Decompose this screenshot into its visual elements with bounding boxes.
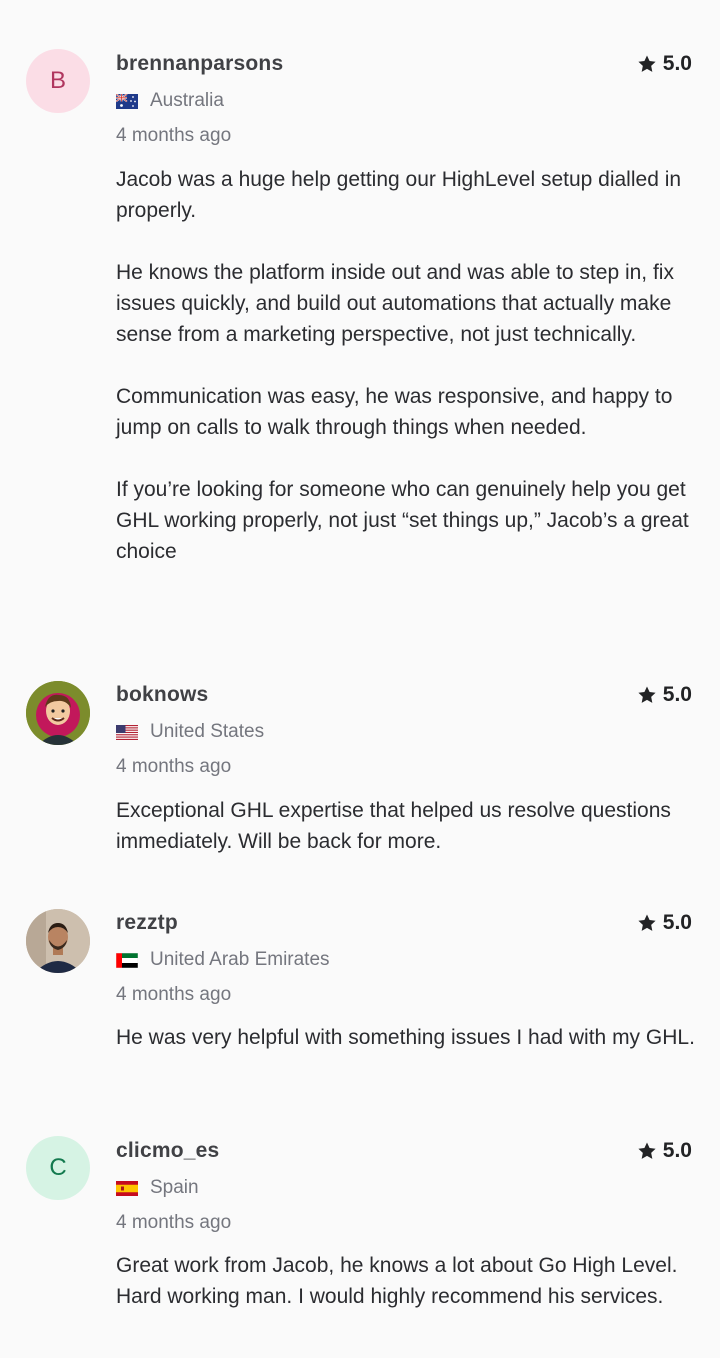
uae-flag-icon [116, 952, 138, 968]
australia-flag-icon [116, 93, 138, 109]
review-time: 4 months ago [116, 125, 232, 146]
user-avatar[interactable]: B [26, 49, 90, 113]
country-name: United States [150, 721, 265, 742]
review-text: Exceptional GHL expertise that helped us… [116, 799, 671, 853]
review-time: 4 months ago [116, 984, 232, 1005]
user-avatar[interactable]: C [26, 1136, 90, 1200]
star-icon [638, 914, 656, 931]
avatar-letter: C [49, 1154, 67, 1181]
review-text: Great work from Jacob, he knows a lot ab… [116, 1254, 678, 1308]
review-text: Jacob was a huge help getting our HighLe… [116, 168, 689, 563]
spain-flag-icon [116, 1180, 138, 1196]
reviewer-country: Spain [116, 1177, 199, 1199]
reviewer-username[interactable]: clicmo_es [116, 1139, 219, 1163]
united-states-flag-icon [116, 724, 138, 740]
review-item: B brennanparsons 5.0 Australia 4 months … [0, 0, 720, 660]
review-rating: 5.0 [637, 52, 692, 76]
rating-value: 5.0 [662, 911, 692, 934]
person-photo-avatar-icon [26, 909, 90, 973]
review-rating: 5.0 [637, 683, 692, 707]
reviewer-username[interactable]: boknows [116, 683, 208, 707]
user-avatar[interactable] [26, 681, 90, 745]
rating-value: 5.0 [662, 1139, 692, 1162]
review-rating: 5.0 [637, 1139, 692, 1163]
reviews-list: B brennanparsons 5.0 Australia 4 months … [0, 0, 720, 1358]
reviewer-country: Australia [116, 90, 224, 112]
reviewer-country: United Arab Emirates [116, 949, 330, 971]
avatar-letter: B [49, 67, 66, 94]
review-text: He was very helpful with something issue… [116, 1026, 695, 1049]
user-avatar[interactable] [26, 909, 90, 973]
reviewer-username[interactable]: rezztp [116, 911, 178, 935]
country-name: United Arab Emirates [150, 949, 330, 970]
star-icon [638, 55, 656, 72]
star-icon [638, 1142, 656, 1159]
rating-value: 5.0 [662, 683, 692, 706]
country-name: Australia [150, 90, 224, 111]
reviewer-username[interactable]: brennanparsons [116, 52, 283, 76]
review-time: 4 months ago [116, 756, 232, 777]
reviewer-country: United States [116, 721, 264, 743]
review-rating: 5.0 [637, 911, 692, 935]
rating-value: 5.0 [662, 52, 692, 75]
review-time: 4 months ago [116, 1212, 232, 1233]
cartoon-avatar-icon [26, 681, 90, 745]
country-name: Spain [150, 1177, 199, 1198]
star-icon [638, 686, 656, 703]
